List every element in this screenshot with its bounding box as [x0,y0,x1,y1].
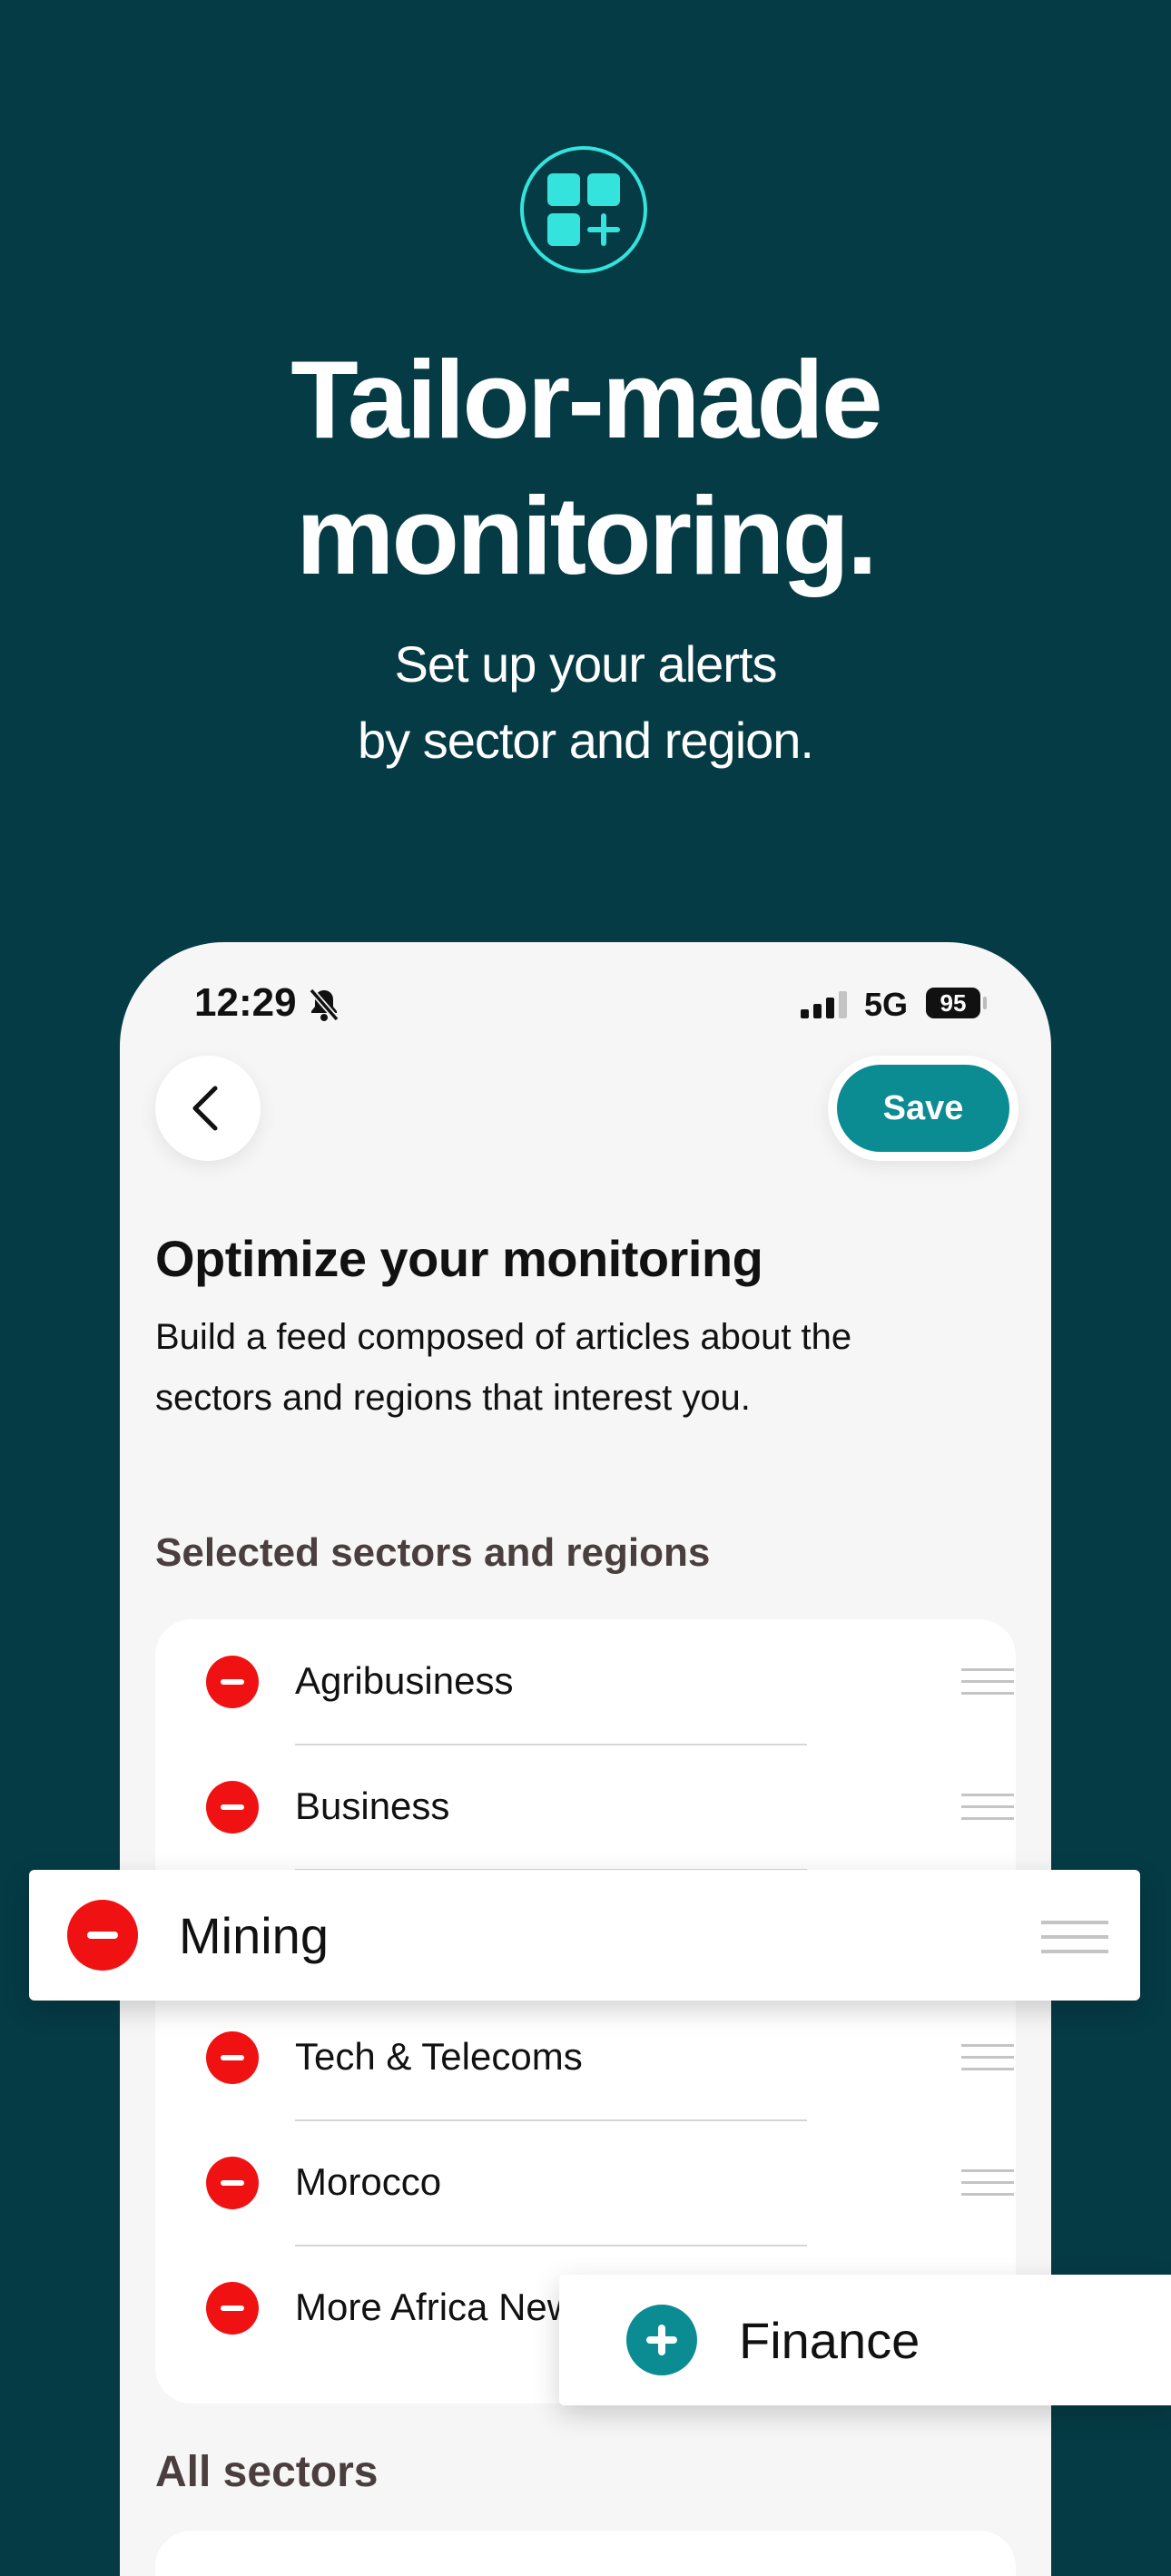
hero-subtitle-line1: Set up your alerts [394,635,778,693]
list-item[interactable]: Agribusiness [155,1619,1016,1745]
network-type: 5G [864,986,909,1023]
page-description: Build a feed composed of articles about … [155,1317,852,1418]
hero-subtitle: Set up your alerts by sector and region. [0,626,1171,779]
page-title: Optimize your monitoring [155,1230,763,1287]
drag-handle-icon[interactable] [961,1668,1014,1704]
list-item-label: Tech & Telecoms [295,2035,583,2078]
list-item[interactable]: Morocco [155,2120,1016,2247]
drag-handle-icon[interactable] [961,2044,1014,2079]
list-item-label: Business [295,1785,450,1827]
hero-title-line1: Tailor-made [290,338,882,461]
list-item-label: More Africa New [295,2286,576,2328]
drag-handle-icon[interactable] [961,1794,1014,1829]
remove-icon[interactable] [206,2031,259,2084]
list-item-label: Agribusiness [295,1659,514,1702]
hero-subtitle-line2: by sector and region. [358,712,814,769]
dragging-item-label: Mining [179,1907,329,1964]
dragging-item-mining[interactable]: Mining [29,1870,1140,2001]
all-sectors-label: All sectors [155,2448,379,2496]
hero-title: Tailor-made monitoring. [0,331,1171,604]
hero-title-line2: monitoring. [296,474,878,597]
remove-icon[interactable] [206,2282,259,2335]
remove-icon[interactable] [206,2157,259,2209]
dragging-item-label: Finance [739,2312,920,2369]
add-icon[interactable] [626,2305,697,2375]
list-item[interactable]: Tech & Telecoms [155,1995,1016,2121]
drag-handle-icon[interactable] [1041,1921,1108,1964]
list-item[interactable]: Business [155,1745,1016,1871]
bell-muted-icon [309,988,339,1022]
status-time: 12:29 [194,980,297,1025]
battery-indicator: 95 [926,988,980,1018]
save-button[interactable]: Save [837,1065,1009,1152]
dragging-item-finance[interactable]: Finance [559,2275,1171,2405]
selected-section-label: Selected sectors and regions [155,1530,711,1575]
drag-handle-icon[interactable] [961,2169,1014,2205]
battery-tip [983,997,987,1009]
dashboard-add-icon [520,146,647,273]
back-button[interactable] [155,1056,261,1161]
remove-icon[interactable] [67,1900,138,1971]
save-button-wrapper: Save [828,1056,1018,1161]
remove-icon[interactable] [206,1781,259,1834]
remove-icon[interactable] [206,1656,259,1708]
chevron-left-icon [192,1086,218,1131]
list-item-label: Morocco [295,2160,442,2203]
signal-icon [801,991,847,1018]
